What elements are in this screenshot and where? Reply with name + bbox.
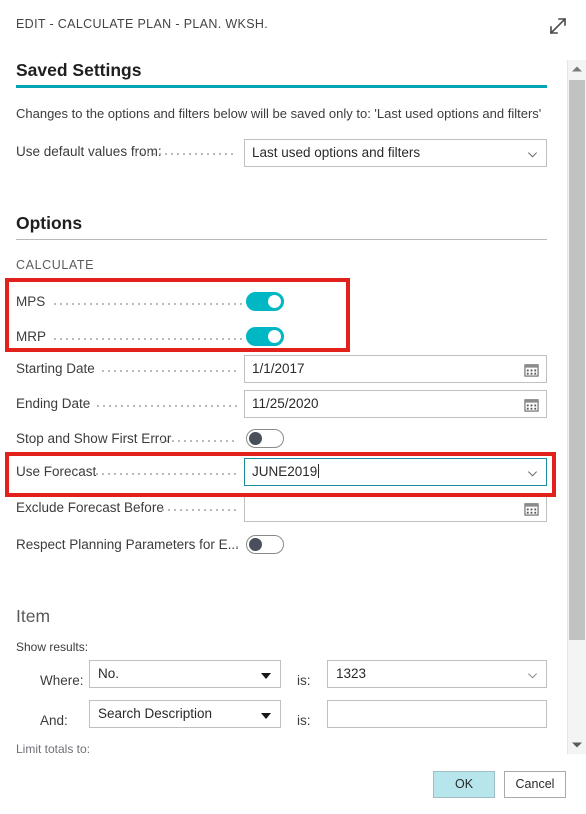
limit-totals-label: Limit totals to: bbox=[16, 742, 91, 754]
mps-label: MPS bbox=[16, 294, 46, 309]
filter-value-input-1[interactable] bbox=[327, 700, 547, 728]
mrp-label: MRP bbox=[16, 329, 46, 344]
filter-field-select-0[interactable]: No. bbox=[89, 660, 281, 688]
stop-show-first-error-toggle[interactable] bbox=[246, 429, 284, 448]
leader-dots bbox=[133, 153, 237, 155]
toggle-knob bbox=[249, 432, 262, 445]
starting-date-row: Starting Date 1/1/2017 bbox=[0, 355, 560, 385]
respect-planning-parameters-toggle[interactable] bbox=[246, 535, 284, 554]
dropdown-arrow-icon bbox=[261, 673, 271, 679]
calculate-group-label: CALCULATE bbox=[16, 258, 95, 272]
leader-dots bbox=[95, 405, 238, 407]
leader-dots bbox=[52, 338, 242, 340]
text-caret bbox=[318, 464, 320, 478]
chevron-down-icon bbox=[528, 152, 537, 158]
stop-show-first-error-label: Stop and Show First Error bbox=[16, 431, 172, 446]
scrollbar-thumb[interactable] bbox=[569, 80, 585, 640]
mrp-toggle[interactable] bbox=[246, 327, 284, 346]
saved-settings-heading: Saved Settings bbox=[16, 60, 142, 80]
exclude-forecast-before-label: Exclude Forecast Before bbox=[16, 500, 164, 515]
use-default-values-value: Last used options and filters bbox=[252, 145, 421, 160]
calendar-icon[interactable] bbox=[524, 501, 539, 516]
mps-toggle[interactable] bbox=[246, 292, 284, 311]
saved-settings-note: Changes to the options and filters below… bbox=[16, 106, 542, 121]
filter-operator-1: is: bbox=[297, 713, 311, 728]
saved-settings-underline bbox=[16, 85, 547, 88]
ending-date-row: Ending Date 11/25/2020 bbox=[0, 390, 560, 420]
filter-field-value-1: Search Description bbox=[98, 706, 213, 721]
exclude-forecast-before-row: Exclude Forecast Before bbox=[0, 494, 560, 524]
scroll-down-button[interactable] bbox=[568, 736, 586, 754]
use-forecast-label: Use Forecast bbox=[16, 464, 97, 479]
use-default-values-select[interactable]: Last used options and filters bbox=[244, 139, 547, 167]
use-default-values-row: Use default values from: Last used optio… bbox=[0, 138, 560, 168]
filter-conjunction-0: Where: bbox=[40, 673, 84, 688]
ending-date-label: Ending Date bbox=[16, 396, 91, 411]
exclude-forecast-before-input[interactable] bbox=[244, 494, 547, 522]
leader-dots bbox=[234, 546, 242, 548]
toggle-knob bbox=[249, 538, 262, 551]
filter-value-input-0[interactable]: 1323 bbox=[327, 660, 547, 688]
toggle-knob bbox=[268, 330, 281, 343]
starting-date-label: Starting Date bbox=[16, 361, 95, 376]
scroll-up-button[interactable] bbox=[568, 60, 586, 78]
chevron-down-icon[interactable] bbox=[527, 468, 538, 479]
ok-button[interactable]: OK bbox=[433, 771, 495, 798]
leader-dots bbox=[52, 303, 242, 305]
cancel-button[interactable]: Cancel bbox=[504, 771, 566, 798]
leader-dots bbox=[100, 370, 238, 372]
leader-dots bbox=[158, 440, 238, 442]
dialog-footer bbox=[0, 754, 586, 814]
filter-conjunction-1: And: bbox=[40, 713, 68, 728]
leader-dots bbox=[94, 473, 238, 475]
dialog-title: EDIT - CALCULATE PLAN - PLAN. WKSH. bbox=[16, 17, 269, 31]
use-default-values-label: Use default values from: bbox=[16, 144, 162, 159]
options-underline bbox=[16, 239, 547, 240]
filter-operator-0: is: bbox=[297, 673, 311, 688]
stop-show-first-error-row: Stop and Show First Error bbox=[0, 425, 560, 455]
chevron-down-icon[interactable] bbox=[527, 670, 538, 681]
leader-dots bbox=[160, 509, 238, 511]
mrp-row: MRP bbox=[0, 323, 560, 353]
calendar-icon[interactable] bbox=[524, 397, 539, 412]
calendar-icon[interactable] bbox=[524, 362, 539, 377]
starting-date-value: 1/1/2017 bbox=[252, 361, 305, 376]
ending-date-value: 11/25/2020 bbox=[252, 396, 319, 411]
use-forecast-input[interactable]: JUNE2019 bbox=[244, 458, 547, 486]
dialog-content-scrollarea: Saved Settings Changes to the options an… bbox=[0, 49, 560, 754]
item-heading: Item bbox=[16, 606, 51, 626]
caret-down-icon bbox=[572, 742, 582, 748]
filter-value-0: 1323 bbox=[336, 666, 367, 681]
caret-up-icon bbox=[572, 66, 582, 72]
respect-planning-parameters-label: Respect Planning Parameters for E... bbox=[16, 537, 239, 552]
dropdown-arrow-icon bbox=[261, 713, 271, 719]
use-forecast-value: JUNE2019 bbox=[252, 464, 318, 479]
vertical-scrollbar[interactable] bbox=[567, 60, 586, 754]
starting-date-input[interactable]: 1/1/2017 bbox=[244, 355, 547, 383]
mps-row: MPS bbox=[0, 288, 560, 318]
respect-planning-parameters-row: Respect Planning Parameters for E... bbox=[0, 531, 560, 561]
ending-date-input[interactable]: 11/25/2020 bbox=[244, 390, 547, 418]
use-forecast-row: Use Forecast JUNE2019 bbox=[0, 458, 560, 488]
filter-field-value-0: No. bbox=[98, 666, 120, 681]
filter-field-select-1[interactable]: Search Description bbox=[89, 700, 281, 728]
show-results-label: Show results: bbox=[16, 640, 89, 654]
dialog-titlebar: EDIT - CALCULATE PLAN - PLAN. WKSH. bbox=[0, 0, 586, 49]
toggle-knob bbox=[268, 295, 281, 308]
options-heading: Options bbox=[16, 213, 83, 233]
expand-diagonal-icon[interactable] bbox=[544, 12, 572, 40]
